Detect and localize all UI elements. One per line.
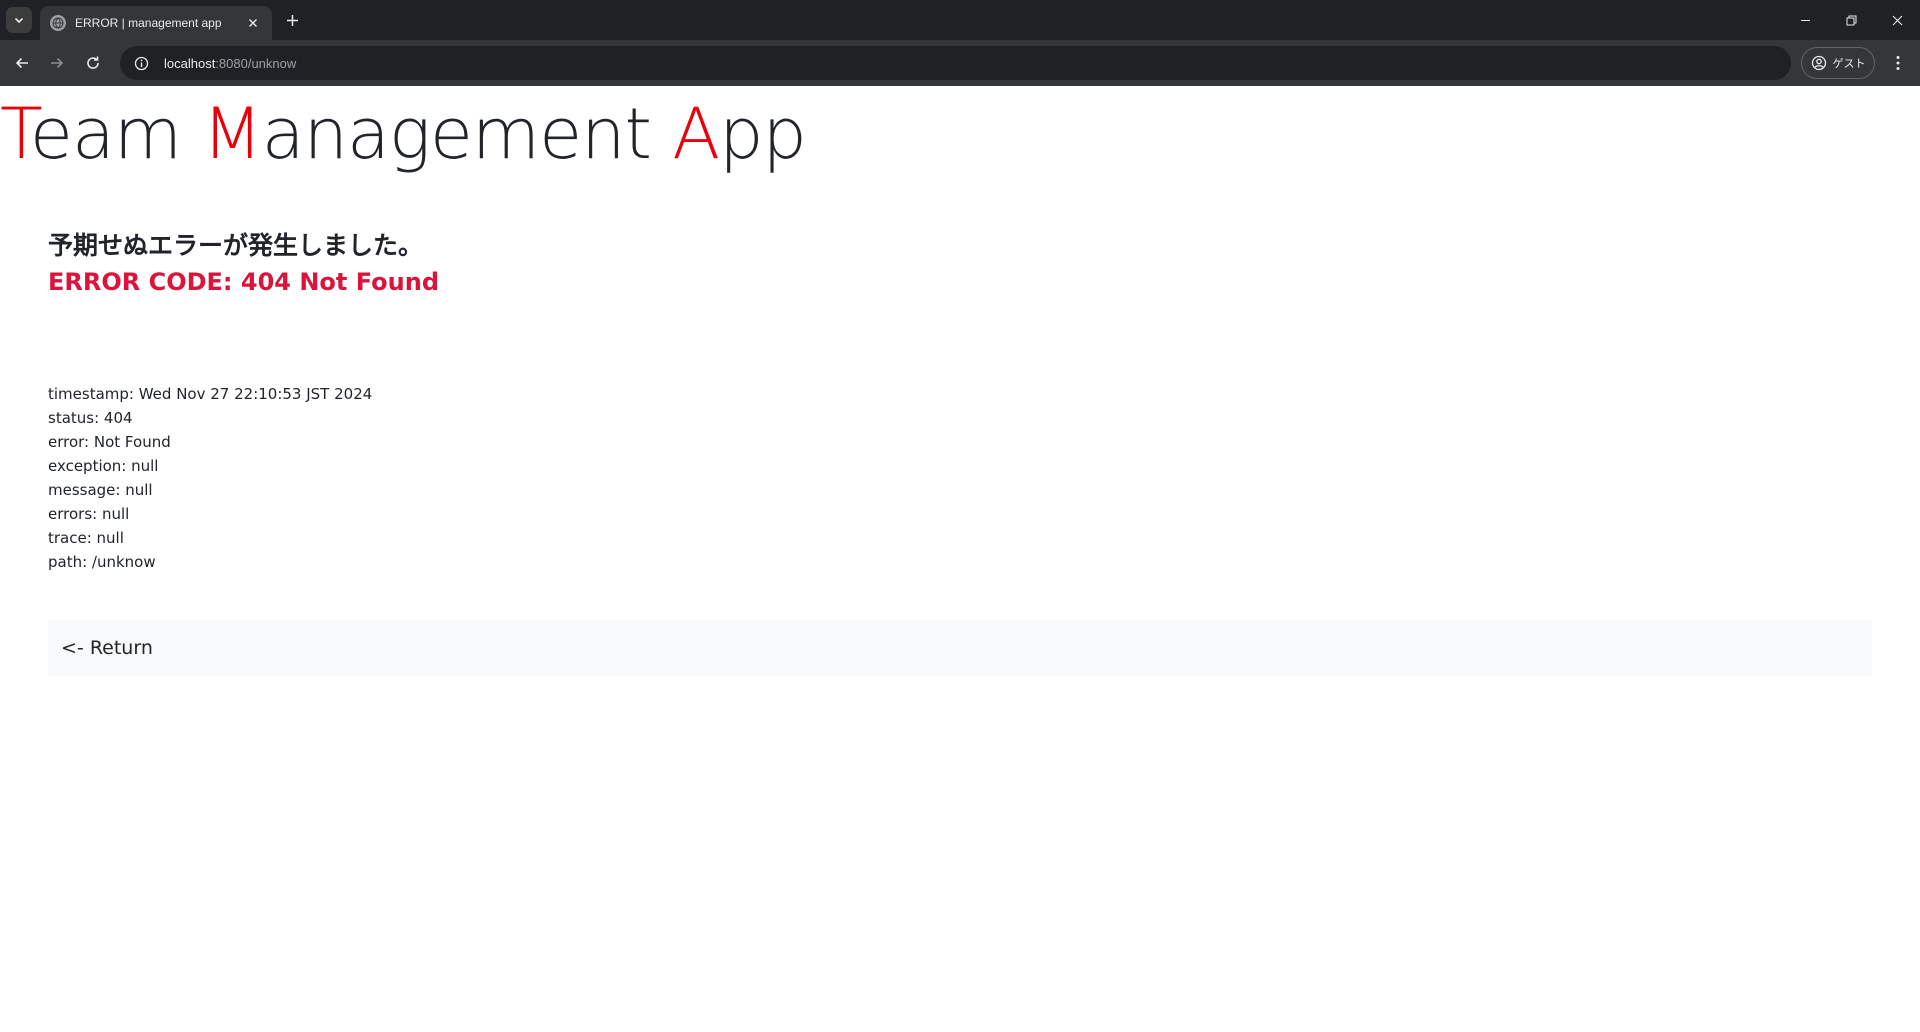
url-host: localhost bbox=[164, 55, 216, 71]
arrow-left-icon bbox=[15, 57, 28, 69]
detail-path: path: /unknow bbox=[48, 553, 156, 571]
minimize-button[interactable] bbox=[1782, 0, 1828, 40]
page-content: Team Management App 予期せぬエラーが発生しました。 ERRO… bbox=[0, 86, 1920, 1032]
active-tab[interactable]: ERROR | management app bbox=[40, 6, 272, 40]
more-vertical-icon bbox=[1896, 56, 1900, 70]
detail-trace: trace: null bbox=[48, 529, 124, 547]
close-icon bbox=[1892, 15, 1902, 25]
detail-timestamp: timestamp: Wed Nov 27 22:10:53 JST 2024 bbox=[48, 385, 373, 403]
back-button[interactable] bbox=[8, 49, 36, 77]
detail-status: status: 404 bbox=[48, 409, 133, 427]
profile-button[interactable]: ゲスト bbox=[1801, 47, 1875, 79]
minimize-icon bbox=[1800, 19, 1810, 21]
globe-icon bbox=[50, 15, 66, 31]
error-details: timestamp: Wed Nov 27 22:10:53 JST 2024 … bbox=[48, 382, 372, 574]
browser-menu-button[interactable] bbox=[1884, 49, 1912, 77]
app-brand-title: Team Management App bbox=[0, 92, 807, 176]
close-window-button[interactable] bbox=[1874, 0, 1920, 40]
restore-icon bbox=[1846, 15, 1856, 25]
brand-initial-a: A bbox=[672, 93, 720, 175]
brand-word-app: pp bbox=[719, 93, 807, 175]
detail-errors: errors: null bbox=[48, 505, 130, 523]
detail-error: error: Not Found bbox=[48, 433, 171, 451]
error-code: ERROR CODE: 404 Not Found bbox=[48, 268, 439, 296]
tab-search-button[interactable] bbox=[6, 7, 32, 33]
site-info-icon[interactable] bbox=[130, 52, 152, 74]
browser-toolbar: localhost:8080/unknow ゲスト bbox=[0, 40, 1920, 86]
url-path: :8080/unknow bbox=[215, 55, 297, 71]
profile-label: ゲスト bbox=[1832, 57, 1866, 70]
chevron-down-icon bbox=[14, 17, 24, 24]
detail-exception: exception: null bbox=[48, 457, 159, 475]
new-tab-button[interactable] bbox=[281, 9, 303, 31]
brand-word-management: anagement bbox=[261, 93, 673, 175]
restore-button[interactable] bbox=[1828, 0, 1874, 40]
close-tab-icon[interactable] bbox=[244, 14, 262, 32]
reload-icon bbox=[87, 56, 99, 69]
brand-initial-t: T bbox=[0, 93, 31, 175]
return-bar: <- Return bbox=[48, 620, 1872, 676]
brand-initial-m: M bbox=[202, 93, 262, 175]
error-heading: 予期せぬエラーが発生しました。 bbox=[48, 231, 424, 260]
brand-word-team: eam bbox=[29, 93, 203, 175]
arrow-right-icon bbox=[51, 57, 64, 69]
return-link[interactable]: <- Return bbox=[61, 637, 153, 659]
forward-button[interactable] bbox=[43, 49, 71, 77]
tab-title: ERROR | management app bbox=[75, 16, 222, 30]
plus-icon bbox=[286, 14, 298, 26]
browser-tab-strip: ERROR | management app bbox=[0, 0, 1920, 40]
reload-button[interactable] bbox=[79, 49, 107, 77]
address-bar[interactable]: localhost:8080/unknow bbox=[120, 46, 1791, 80]
detail-message: message: null bbox=[48, 481, 153, 499]
account-circle-icon bbox=[1811, 55, 1826, 71]
